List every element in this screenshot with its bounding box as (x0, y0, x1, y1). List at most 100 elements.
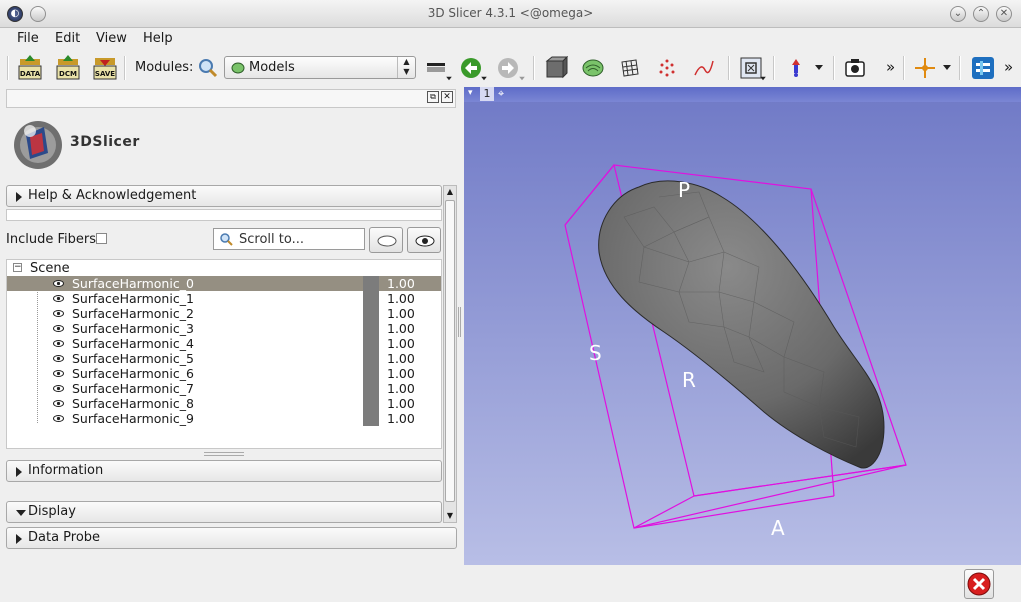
model-opacity[interactable]: 1.00 (387, 366, 415, 381)
model-color-swatch[interactable] (363, 366, 379, 381)
show-all-button[interactable] (407, 227, 441, 253)
visibility-icon[interactable] (53, 413, 64, 424)
screenshot-button[interactable] (841, 54, 869, 82)
load-data-button[interactable]: DATA (16, 54, 44, 82)
view-controller-bar: ▾ 1 ⌖ (464, 87, 1021, 102)
model-row[interactable]: SurfaceHarmonic_7 1.00 (7, 381, 441, 396)
model-color-swatch[interactable] (363, 396, 379, 411)
scene-tree[interactable]: − Scene SurfaceHarmonic_0 1.00 SurfaceHa… (6, 259, 442, 449)
maximize-icon[interactable]: ⌃ (973, 6, 989, 22)
toolbar-overflow-button[interactable]: » (886, 58, 895, 76)
pin-view-icon[interactable]: ▾ (468, 89, 476, 98)
model-color-swatch[interactable] (363, 336, 379, 351)
help-section-label: Help & Acknowledgement (28, 188, 197, 203)
back-dropdown-icon[interactable] (481, 76, 487, 81)
model-row[interactable]: SurfaceHarmonic_2 1.00 (7, 306, 441, 321)
models-module-button[interactable] (579, 54, 607, 82)
model-color-swatch[interactable] (363, 381, 379, 396)
ruler-module-button[interactable] (690, 54, 718, 82)
save-button[interactable]: SAVE (91, 54, 119, 82)
splitter-handle[interactable] (204, 452, 244, 456)
collapse-scene-icon[interactable]: − (13, 263, 22, 272)
menu-help[interactable]: Help (143, 31, 173, 46)
right-label: R (682, 368, 696, 392)
model-color-swatch[interactable] (363, 321, 379, 336)
model-color-swatch[interactable] (363, 411, 379, 426)
include-fibers-checkbox[interactable] (96, 233, 107, 244)
model-opacity[interactable]: 1.00 (387, 306, 415, 321)
visibility-icon[interactable] (53, 368, 64, 379)
data-probe-section-header[interactable]: Data Probe (6, 527, 457, 549)
module-search-button[interactable] (194, 54, 222, 82)
layout-dropdown-icon[interactable] (446, 76, 452, 81)
menu-edit[interactable]: Edit (55, 31, 80, 46)
scroll-up-icon[interactable]: ▲ (444, 186, 456, 198)
mouse-mode-button[interactable] (782, 54, 810, 82)
forward-button[interactable] (494, 54, 522, 82)
crosshair-dropdown-icon[interactable] (943, 65, 951, 70)
model-opacity[interactable]: 1.00 (387, 411, 415, 426)
3d-view[interactable]: P S R A (464, 87, 1021, 565)
menu-view[interactable]: View (96, 31, 127, 46)
visibility-icon[interactable] (53, 353, 64, 364)
model-opacity[interactable]: 1.00 (387, 276, 415, 291)
fit-view-dropdown-icon[interactable] (760, 76, 766, 81)
transforms-module-button[interactable] (616, 54, 644, 82)
visibility-icon[interactable] (53, 323, 64, 334)
view-number-badge[interactable]: 1 (480, 87, 494, 101)
model-color-swatch[interactable] (363, 276, 379, 291)
model-row[interactable]: SurfaceHarmonic_0 1.00 (7, 276, 441, 291)
close-panel-icon[interactable]: ✕ (441, 91, 453, 103)
model-row[interactable]: SurfaceHarmonic_1 1.00 (7, 291, 441, 306)
load-dicom-button[interactable]: DCM (54, 54, 82, 82)
model-name: SurfaceHarmonic_6 (72, 366, 194, 381)
error-log-button[interactable] (964, 569, 994, 599)
visibility-icon[interactable] (53, 278, 64, 289)
forward-dropdown-icon[interactable] (519, 76, 525, 81)
volumes-module-button[interactable] (542, 54, 570, 82)
module-selector-spinner[interactable]: ▲ ▼ (397, 57, 415, 78)
model-row[interactable]: SurfaceHarmonic_8 1.00 (7, 396, 441, 411)
mouse-mode-dropdown-icon[interactable] (815, 65, 823, 70)
view-link-icon[interactable]: ⌖ (498, 87, 504, 101)
hide-all-button[interactable] (369, 227, 403, 253)
model-row[interactable]: SurfaceHarmonic_5 1.00 (7, 351, 441, 366)
model-opacity[interactable]: 1.00 (387, 351, 415, 366)
model-row[interactable]: SurfaceHarmonic_3 1.00 (7, 321, 441, 336)
toolbar-overflow-button-2[interactable]: » (1004, 58, 1013, 76)
model-color-swatch[interactable] (363, 291, 379, 306)
model-opacity[interactable]: 1.00 (387, 381, 415, 396)
panel-splitter[interactable] (458, 307, 461, 337)
model-opacity[interactable]: 1.00 (387, 321, 415, 336)
fiducials-module-button[interactable] (653, 54, 681, 82)
fiducial-points-icon (659, 59, 675, 77)
help-section-header[interactable]: Help & Acknowledgement (6, 185, 442, 207)
visibility-icon[interactable] (53, 338, 64, 349)
model-color-swatch[interactable] (363, 306, 379, 321)
visibility-icon[interactable] (53, 308, 64, 319)
visibility-icon[interactable] (53, 383, 64, 394)
model-opacity[interactable]: 1.00 (387, 291, 415, 306)
panel-scrollbar[interactable]: ▲ ▼ (443, 185, 457, 523)
crosshair-button[interactable] (911, 54, 939, 82)
model-row[interactable]: SurfaceHarmonic_4 1.00 (7, 336, 441, 351)
close-window-icon[interactable]: ✕ (996, 6, 1012, 22)
menu-file[interactable]: File (17, 31, 39, 46)
model-opacity[interactable]: 1.00 (387, 396, 415, 411)
visibility-icon[interactable] (53, 398, 64, 409)
scroll-down-icon[interactable]: ▼ (444, 510, 456, 522)
display-section-header[interactable]: Display (6, 501, 442, 523)
model-color-swatch[interactable] (363, 351, 379, 366)
float-panel-icon[interactable]: ⧉ (427, 91, 439, 103)
visibility-icon[interactable] (53, 293, 64, 304)
scroll-to-field[interactable]: Scroll to... (213, 228, 365, 250)
model-row[interactable]: SurfaceHarmonic_9 1.00 (7, 411, 441, 426)
extension-manager-button[interactable] (969, 54, 997, 82)
window-menu-icon[interactable]: ⌄ (950, 6, 966, 22)
module-selector[interactable]: Models ▲ ▼ (224, 56, 416, 79)
model-opacity[interactable]: 1.00 (387, 336, 415, 351)
ruler-icon (694, 60, 714, 76)
scrollbar-thumb[interactable] (445, 200, 455, 502)
information-section-header[interactable]: Information (6, 460, 442, 482)
model-row[interactable]: SurfaceHarmonic_6 1.00 (7, 366, 441, 381)
